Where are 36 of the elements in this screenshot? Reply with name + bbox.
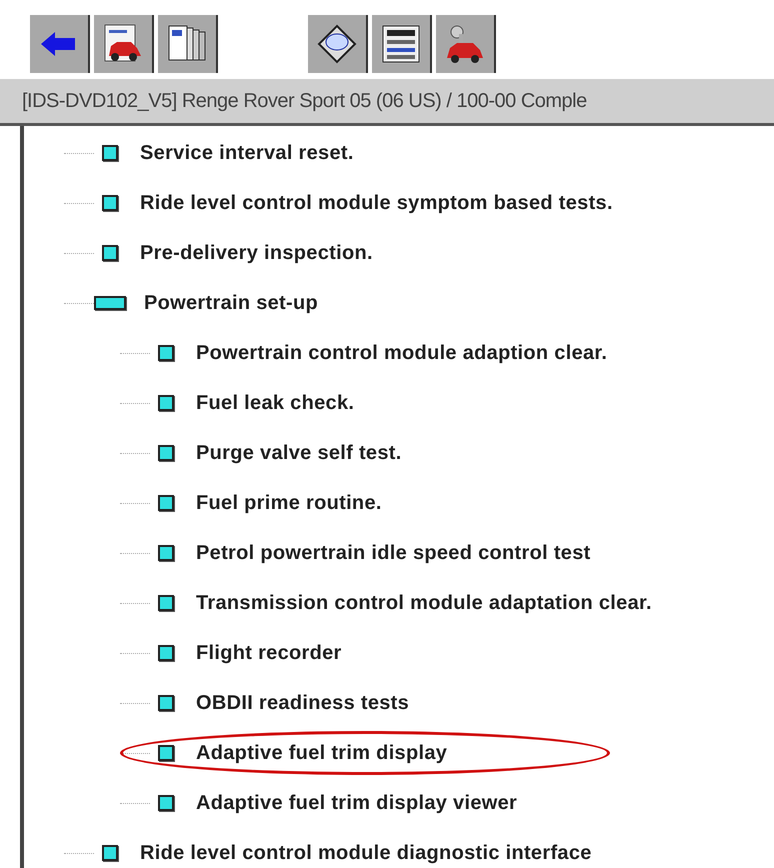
path-text: [IDS-DVD102_V5] Renge Rover Sport 05 (06 US) / 100-00 Comple <box>22 90 587 112</box>
tree-node-icon <box>158 795 174 811</box>
toolbar-button[interactable] <box>436 15 496 73</box>
tree-node-icon <box>158 595 174 611</box>
tree-item[interactable]: Powertrain set-up <box>144 292 318 314</box>
tree-node-icon <box>102 245 118 261</box>
toolbar-button[interactable] <box>308 15 368 73</box>
tree-item[interactable]: Service interval reset. <box>140 142 354 164</box>
tree-node-icon <box>102 145 118 161</box>
tree-item[interactable]: Petrol powertrain idle speed control test <box>196 542 591 564</box>
tree-item[interactable]: Transmission control module adaptation clear. <box>196 592 652 614</box>
tree-node-icon <box>158 545 174 561</box>
tree-node-icon <box>158 395 174 411</box>
tree-node-icon <box>158 495 174 511</box>
tree-item[interactable]: Adaptive fuel trim display viewer <box>196 792 518 814</box>
toolbar-button[interactable] <box>372 15 432 73</box>
tree-node-icon <box>158 645 174 661</box>
tree-item[interactable]: Fuel prime routine. <box>196 492 382 514</box>
tree-item[interactable]: Adaptive fuel trim display <box>196 742 448 764</box>
disc-book-icon <box>315 22 359 66</box>
tree-node-icon <box>158 695 174 711</box>
tree-item[interactable]: Fuel leak check. <box>196 392 354 414</box>
tree-node-icon <box>158 745 174 761</box>
toolbar-button[interactable] <box>158 15 218 73</box>
tree-item[interactable]: OBDII readiness tests <box>196 692 410 714</box>
tree-item[interactable]: Purge valve self test. <box>196 442 402 464</box>
tree-item[interactable]: Ride level control module diagnostic interface <box>140 842 592 864</box>
toolbar-button[interactable] <box>94 15 154 73</box>
tree-node-icon <box>158 445 174 461</box>
tree-item[interactable]: Pre-delivery inspection. <box>140 242 373 264</box>
tree-item[interactable]: Powertrain control module adaption clear. <box>196 342 608 364</box>
tree-node-icon <box>158 345 174 361</box>
tree-node-icon <box>102 845 118 861</box>
tree-node-icon <box>102 195 118 211</box>
tree-item[interactable]: Ride level control module symptom based tests. <box>140 192 613 214</box>
tree-item[interactable]: Flight recorder <box>196 642 342 664</box>
